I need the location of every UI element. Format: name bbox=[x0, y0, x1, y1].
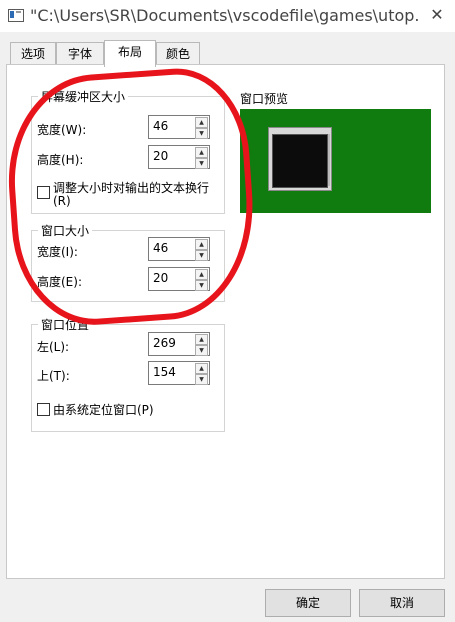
spin-down-icon[interactable]: ▼ bbox=[195, 345, 208, 356]
spin-down-icon[interactable]: ▼ bbox=[195, 250, 208, 261]
position-left-value[interactable]: 269 bbox=[153, 336, 176, 350]
spin-up-icon[interactable]: ▲ bbox=[195, 239, 208, 250]
window-width-label: 宽度(I): bbox=[37, 245, 78, 259]
spin-down-icon[interactable]: ▼ bbox=[195, 280, 208, 291]
spin-down-icon[interactable]: ▼ bbox=[195, 374, 208, 385]
preview-console-screen bbox=[272, 134, 328, 188]
title-bar: "C:\Users\SR\Documents\vscodefile\games\… bbox=[0, 0, 455, 32]
buffer-width-label: 宽度(W): bbox=[37, 123, 87, 137]
window-size-legend: 窗口大小 bbox=[41, 224, 90, 238]
buffer-size-legend: 屏幕缓冲区大小 bbox=[41, 90, 126, 104]
buffer-height-value[interactable]: 20 bbox=[153, 149, 168, 163]
ok-button[interactable]: 确定 bbox=[265, 589, 351, 617]
wrap-text-label: 调整大小时对输出的文本换行 bbox=[53, 181, 210, 195]
cancel-button[interactable]: 取消 bbox=[359, 589, 445, 617]
window-height-value[interactable]: 20 bbox=[153, 271, 168, 285]
spin-up-icon[interactable]: ▲ bbox=[195, 269, 208, 280]
window-height-spinner[interactable]: 20 ▲ ▼ bbox=[148, 267, 210, 291]
window-height-label: 高度(E): bbox=[37, 275, 82, 289]
spin-down-icon[interactable]: ▼ bbox=[195, 158, 208, 169]
window-preview bbox=[240, 109, 431, 213]
buffer-width-value[interactable]: 46 bbox=[153, 119, 168, 133]
system-position-label: 由系统定位窗口(P) bbox=[53, 403, 154, 417]
window-title: "C:\Users\SR\Documents\vscodefile\games\… bbox=[30, 6, 420, 25]
system-position-checkbox[interactable] bbox=[37, 403, 50, 416]
buffer-height-spinner[interactable]: 20 ▲ ▼ bbox=[148, 145, 210, 169]
spin-up-icon[interactable]: ▲ bbox=[195, 117, 208, 128]
position-left-label: 左(L): bbox=[37, 340, 70, 354]
tab-colors[interactable]: 颜色 bbox=[156, 42, 200, 65]
tab-options[interactable]: 选项 bbox=[10, 42, 56, 65]
window-width-value[interactable]: 46 bbox=[153, 241, 168, 255]
position-left-spinner[interactable]: 269 ▲ ▼ bbox=[148, 332, 210, 356]
window-width-spinner[interactable]: 46 ▲ ▼ bbox=[148, 237, 210, 261]
preview-scrollbar bbox=[328, 134, 330, 186]
spin-up-icon[interactable]: ▲ bbox=[195, 363, 208, 374]
tab-layout[interactable]: 布局 bbox=[104, 40, 156, 67]
position-top-spinner[interactable]: 154 ▲ ▼ bbox=[148, 361, 210, 385]
tab-font[interactable]: 字体 bbox=[56, 42, 104, 65]
position-top-label: 上(T): bbox=[37, 369, 70, 383]
preview-label: 窗口预览 bbox=[240, 92, 289, 106]
position-top-value[interactable]: 154 bbox=[153, 365, 176, 379]
spin-down-icon[interactable]: ▼ bbox=[195, 128, 208, 139]
buffer-height-label: 高度(H): bbox=[37, 153, 84, 167]
wrap-text-label-shortcut: (R) bbox=[53, 194, 71, 208]
spin-up-icon[interactable]: ▲ bbox=[195, 334, 208, 345]
close-button[interactable]: ✕ bbox=[425, 4, 449, 26]
spin-up-icon[interactable]: ▲ bbox=[195, 147, 208, 158]
window-position-legend: 窗口位置 bbox=[41, 318, 90, 332]
preview-console-window bbox=[268, 127, 332, 191]
console-app-icon bbox=[8, 9, 24, 22]
wrap-text-checkbox[interactable] bbox=[37, 186, 50, 199]
buffer-width-spinner[interactable]: 46 ▲ ▼ bbox=[148, 115, 210, 139]
